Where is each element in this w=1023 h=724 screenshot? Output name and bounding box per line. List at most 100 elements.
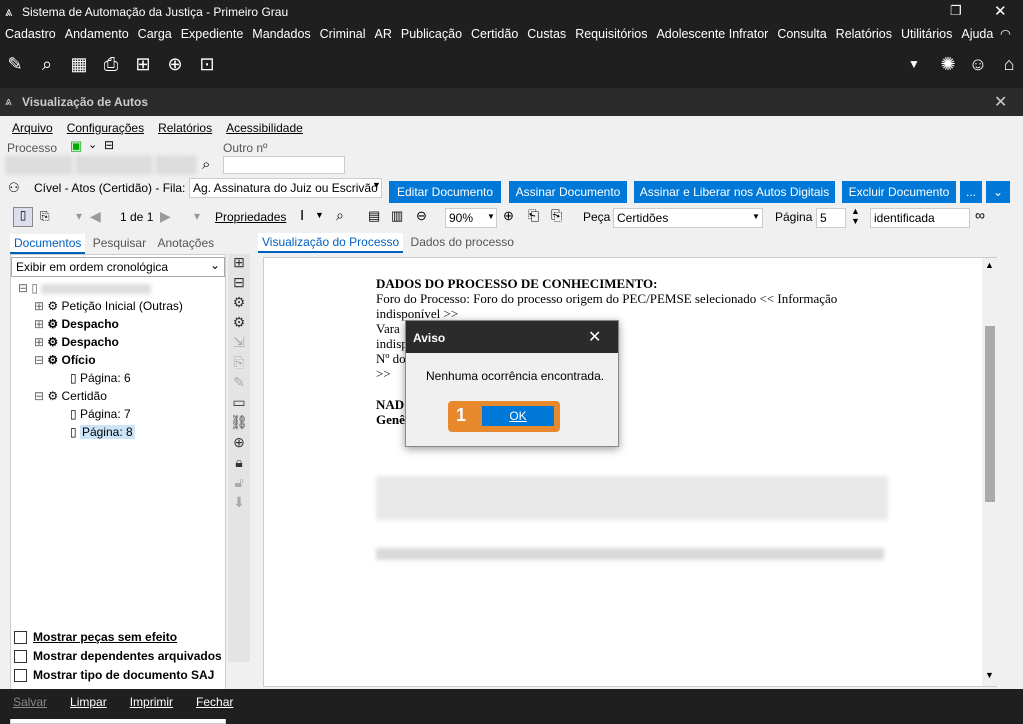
processo-field-part1[interactable] [6,156,72,174]
unsign-icon[interactable]: ⚙ [228,314,250,334]
note-icon[interactable]: ⊟ [104,138,114,152]
vertical-scrollbar[interactable]: ▲ ▼ [982,258,998,686]
chevron-down-icon[interactable]: ⌄ [88,138,97,151]
search-doc-icon[interactable]: ⌕ [36,53,58,75]
tree-node[interactable]: ⊟ ⚙ Certidão [18,387,223,405]
more-actions-button[interactable]: ... [960,181,982,203]
tree-root[interactable]: ⊟ ▯ [18,279,223,297]
duplicate-icon[interactable]: ⎘ [228,354,250,374]
calendar-icon[interactable]: ▦ [68,53,90,75]
menu-item[interactable]: AR [375,24,392,45]
tab-dados-processo[interactable]: Dados do processo [407,233,518,251]
checkbox-mostrar-pecas[interactable]: Mostrar peças sem efeito [14,628,222,647]
zoom-search-icon[interactable]: ⌕ [336,207,344,224]
salvar-button[interactable]: Salvar [13,689,47,715]
menu-item[interactable]: Adolescente Infrator [656,24,768,45]
next-page-icon[interactable]: ▶ [160,208,171,225]
note-page-icon[interactable]: ▭ [228,394,250,414]
tree-node[interactable]: ⊟ ⚙ Ofício [18,351,223,369]
actions-dropdown-button[interactable]: ⌄ [986,181,1010,203]
autos-menu-item[interactable]: Relatórios [158,121,212,135]
add-page-icon[interactable]: ⊕ [228,434,250,454]
add-folder-icon[interactable]: ⊕ [164,53,186,75]
menu-item[interactable]: Utilitários [901,24,952,45]
outro-numero-field[interactable] [223,156,345,174]
scroll-thumb[interactable] [985,326,995,502]
menu-item[interactable]: Certidão [471,24,518,45]
tab-pesquisar[interactable]: Pesquisar [89,234,150,252]
rename-icon[interactable]: ✎ [228,374,250,394]
text-cursor-icon[interactable]: I [300,207,304,224]
scroll-up-icon[interactable]: ▲ [985,260,994,270]
fila-dropdown-icon[interactable]: ▼ [372,180,381,190]
zoom-out-icon[interactable]: ⊖ [416,208,427,224]
pagina-spinner-icon[interactable]: ▲ ▼ [851,206,860,226]
lock-icon[interactable]: 🔒︎ [228,454,250,474]
menu-item[interactable]: Criminal [320,24,366,45]
collapse-icon[interactable]: ⊟ [228,274,250,294]
checkbox-mostrar-tipo[interactable]: Mostrar tipo de documento SAJ [14,666,222,685]
order-select[interactable]: Exibir em ordem cronológica [11,257,225,277]
peca-select[interactable]: Certidões [613,208,763,228]
assinar-liberar-button[interactable]: Assinar e Liberar nos Autos Digitais [634,181,835,203]
fechar-button[interactable]: Fechar [196,689,233,715]
menu-item[interactable]: Mandados [252,24,310,45]
scroll-down-icon[interactable]: ▼ [985,670,994,680]
move-icon[interactable]: ⇲ [228,334,250,354]
autos-menu-item[interactable]: Configurações [67,121,144,135]
assinar-documento-button[interactable]: Assinar Documento [509,181,627,203]
edit-icon[interactable]: ✎ [4,53,26,75]
hierarchy-icon[interactable]: ⊞ [132,53,154,75]
binoculars-icon[interactable]: ∞ [975,207,985,223]
tree-node[interactable]: ⊞ ⚙ Despacho [18,315,223,333]
checkbox-box[interactable] [14,631,27,645]
autos-menu-item[interactable]: Arquivo [12,121,53,135]
printer-icon[interactable]: ⎙ [100,53,122,75]
menu-item[interactable]: Cadastro [5,24,56,45]
checkbox-box[interactable] [14,650,27,664]
last-page-icon[interactable]: ▾ [194,209,200,223]
menu-item[interactable]: Relatórios [836,24,892,45]
export-icon[interactable]: ⎗ [528,207,539,224]
tree-node[interactable]: ⊞ ⚙ Petição Inicial (Outras) [18,297,223,315]
propriedades-button[interactable]: Propriedades [215,210,286,224]
download-icon[interactable]: ⬇ [228,494,250,514]
menu-item[interactable]: Consulta [777,24,826,45]
users-icon[interactable]: ☺ [967,53,989,75]
menu-item[interactable]: Requisitórios [575,24,647,45]
order-chevron-icon[interactable]: ⌄ [210,258,220,272]
menu-item[interactable]: Publicação [401,24,462,45]
fit-width-icon[interactable]: ▤ [368,208,380,224]
tree-page-selected[interactable]: ▯ Página: 8 [18,423,223,441]
zoom-dropdown-icon[interactable]: ▼ [487,212,495,221]
fila-select[interactable]: Ag. Assinatura do Juiz ou Escrivão [189,178,382,198]
menu-item[interactable]: Custas [527,24,566,45]
sign-icon[interactable]: ⚙ [228,294,250,314]
menu-item[interactable]: Carga [138,24,172,45]
single-page-icon[interactable]: ▯ [13,207,33,227]
search-text-field[interactable]: identificada [870,208,970,228]
checkbox-box[interactable] [14,669,27,683]
expand-all-icon[interactable]: ⊞ [228,254,250,274]
dialog-close-icon[interactable]: ✕ [588,327,601,347]
menu-item[interactable]: Expediente [181,24,244,45]
fit-page-icon[interactable]: ▥ [391,208,403,224]
checkbox-mostrar-dependentes[interactable]: Mostrar dependentes arquivados [14,647,222,666]
inbox-icon[interactable]: ⊡ [196,53,218,75]
menu-item[interactable]: Ajuda [961,24,993,45]
peca-dropdown-icon[interactable]: ▼ [752,212,760,221]
copy-icon[interactable]: ⎘ [551,207,562,224]
excluir-documento-button[interactable]: Excluir Documento [842,181,956,203]
restore-icon[interactable]: ❐ [950,3,962,19]
tree-page[interactable]: ▯ Página: 6 [18,369,223,387]
unlock-icon[interactable]: 🔓︎ [228,474,250,494]
zoom-in-icon[interactable]: ⊕ [503,208,514,224]
autos-menu-item[interactable]: Acessibilidade [226,121,303,135]
processo-field-part3[interactable] [156,156,196,174]
close-window-icon[interactable]: ✕ [994,92,1007,112]
imprimir-button[interactable]: Imprimir [130,689,173,715]
multi-page-icon[interactable]: ⎘ [40,209,50,224]
tab-visualizacao[interactable]: Visualização do Processo [258,233,404,253]
pagina-field[interactable]: 5 [816,208,846,228]
menu-item[interactable]: Andamento [65,24,129,45]
